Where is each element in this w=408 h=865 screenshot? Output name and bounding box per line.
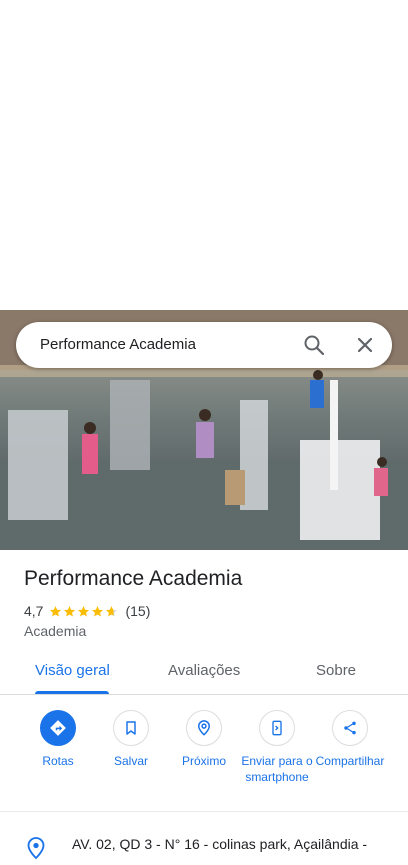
search-query-text[interactable]: Performance Academia bbox=[40, 336, 196, 353]
bookmark-icon bbox=[113, 710, 149, 746]
nearby-button[interactable]: Próximo bbox=[167, 710, 241, 769]
star-icon bbox=[92, 605, 104, 617]
tab-reviews[interactable]: Avaliações bbox=[168, 662, 240, 679]
save-button[interactable]: Salvar bbox=[94, 710, 168, 769]
address-row[interactable]: AV. 02, QD 3 - N° 16 - colinas park, Aça… bbox=[0, 822, 408, 860]
send-to-phone-label: Enviar para o smartphone bbox=[241, 754, 313, 784]
tab-bar: Visão geral Avaliações Sobre bbox=[0, 650, 408, 695]
star-icon bbox=[64, 605, 76, 617]
close-icon[interactable] bbox=[353, 333, 377, 357]
share-button[interactable]: Compartilhar bbox=[313, 710, 387, 769]
send-to-phone-icon bbox=[259, 710, 295, 746]
star-icon bbox=[78, 605, 90, 617]
share-icon bbox=[332, 710, 368, 746]
nearby-label: Próximo bbox=[181, 754, 226, 768]
nearby-icon bbox=[186, 710, 222, 746]
save-label: Salvar bbox=[113, 754, 148, 768]
address-text: AV. 02, QD 3 - N° 16 - colinas park, Aça… bbox=[72, 836, 368, 852]
star-half-icon bbox=[106, 605, 118, 617]
location-pin-icon bbox=[26, 836, 46, 860]
send-to-phone-button[interactable]: Enviar para o smartphone bbox=[240, 710, 314, 785]
tab-overview[interactable]: Visão geral bbox=[35, 662, 110, 679]
rating-value: 4,7 bbox=[24, 603, 44, 619]
tab-about[interactable]: Sobre bbox=[316, 662, 356, 679]
directions-label: Rotas bbox=[42, 754, 74, 768]
place-category[interactable]: Academia bbox=[24, 623, 86, 639]
star-icon bbox=[50, 605, 62, 617]
directions-icon bbox=[40, 710, 76, 746]
place-title: Performance Academia bbox=[24, 567, 243, 590]
action-buttons: Rotas Salvar Próximo Enviar para o smart… bbox=[0, 696, 408, 812]
active-tab-indicator bbox=[35, 691, 109, 694]
search-bar[interactable]: Performance Academia bbox=[16, 322, 392, 368]
map-area-blank bbox=[0, 0, 408, 310]
search-icon[interactable] bbox=[302, 333, 326, 357]
rating-row[interactable]: 4,7 (15) bbox=[24, 602, 150, 620]
reviews-count[interactable]: (15) bbox=[125, 603, 150, 619]
share-label: Compartilhar bbox=[315, 754, 385, 768]
directions-button[interactable]: Rotas bbox=[21, 710, 95, 769]
rating-stars bbox=[49, 605, 119, 618]
